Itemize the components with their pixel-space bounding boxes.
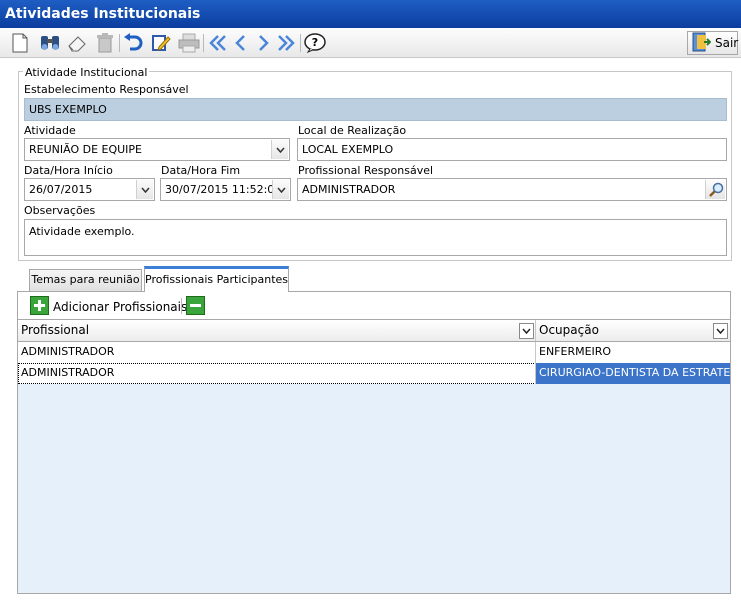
- exit-door-icon: [691, 32, 712, 55]
- estabelecimento-label: Estabelecimento Responsável: [24, 83, 189, 96]
- trash-icon[interactable]: [94, 32, 116, 54]
- help-icon[interactable]: ?: [304, 32, 326, 54]
- tab-profissionais[interactable]: Profissionais Participantes: [144, 266, 289, 292]
- atividade-value: REUNIÃO DE EQUIPE: [29, 143, 143, 156]
- tab-strip: Temas para reunião Profissionais Partici…: [17, 266, 731, 292]
- minus-icon: [186, 296, 205, 318]
- first-icon[interactable]: [207, 32, 229, 54]
- next-icon[interactable]: [252, 32, 274, 54]
- magnifier-icon[interactable]: [705, 180, 725, 199]
- edit-icon[interactable]: [150, 32, 172, 54]
- local-label: Local de Realização: [298, 124, 407, 137]
- atividade-label: Atividade: [24, 124, 76, 137]
- toolbar-separator: [203, 34, 204, 52]
- new-document-icon[interactable]: [9, 32, 31, 54]
- chevron-down-icon[interactable]: [713, 323, 728, 339]
- last-icon[interactable]: [275, 32, 297, 54]
- grid-header: Profissional Ocupação: [18, 320, 730, 342]
- activity-group: Atividade Institucional Estabelecimento …: [18, 66, 732, 261]
- participants-pane: Adicionar Profissionais Profissional Ocu…: [17, 291, 731, 594]
- main-toolbar: ? Sair: [0, 28, 741, 58]
- group-title: Atividade Institucional: [23, 66, 150, 79]
- exit-button[interactable]: Sair: [687, 31, 738, 55]
- toolbar-separator: [300, 34, 301, 52]
- chevron-down-icon[interactable]: [136, 180, 153, 199]
- add-label: Adicionar Profissionais: [53, 300, 188, 314]
- cell-profissional: ADMINISTRADOR: [18, 342, 536, 363]
- add-professionals-button[interactable]: Adicionar Profissionais: [30, 296, 187, 318]
- plus-icon: [30, 296, 49, 318]
- remove-professional-button[interactable]: [186, 296, 205, 318]
- local-field[interactable]: LOCAL EXEMPLO: [297, 138, 727, 161]
- table-row[interactable]: ADMINISTRADOR CIRURGIAO-DENTISTA DA ESTR…: [18, 363, 730, 384]
- undo-icon[interactable]: [122, 32, 144, 54]
- profissional-value: ADMINISTRADOR: [302, 183, 396, 196]
- print-icon[interactable]: [178, 32, 200, 54]
- toolbar-separator: [119, 34, 120, 52]
- participants-grid[interactable]: Profissional Ocupação ADMINISTRADOR ENFE…: [18, 319, 730, 593]
- atividade-select[interactable]: REUNIÃO DE EQUIPE: [24, 138, 290, 161]
- svg-text:?: ?: [312, 36, 318, 49]
- inicio-label: Data/Hora Início: [24, 164, 113, 177]
- participants-toolbar: Adicionar Profissionais: [18, 292, 730, 319]
- column-header-profissional[interactable]: Profissional: [18, 320, 536, 341]
- chevron-down-icon[interactable]: [519, 323, 534, 339]
- inicio-date-picker[interactable]: 26/07/2015: [24, 178, 155, 201]
- binoculars-icon[interactable]: [39, 32, 61, 54]
- cell-profissional: ADMINISTRADOR: [18, 363, 536, 384]
- chevron-down-icon[interactable]: [272, 180, 289, 199]
- profissional-field[interactable]: ADMINISTRADOR: [297, 178, 727, 201]
- tab-temas[interactable]: Temas para reunião: [29, 269, 142, 291]
- previous-icon[interactable]: [230, 32, 252, 54]
- toolbar-separator: [181, 298, 182, 314]
- observacoes-label: Observações: [24, 204, 96, 217]
- column-label: Profissional: [21, 323, 90, 337]
- estabelecimento-field[interactable]: UBS EXEMPLO: [24, 98, 727, 121]
- cell-ocupacao: ENFERMEIRO: [539, 345, 612, 358]
- fim-value: 30/07/2015 11:52:08: [165, 183, 282, 196]
- eraser-icon[interactable]: [66, 32, 88, 54]
- fim-date-picker[interactable]: 30/07/2015 11:52:08: [160, 178, 291, 201]
- exit-label: Sair: [715, 36, 739, 50]
- chevron-down-icon[interactable]: [271, 140, 288, 159]
- inicio-value: 26/07/2015: [29, 183, 93, 196]
- observacoes-textarea[interactable]: Atividade exemplo.: [24, 219, 727, 256]
- column-header-ocupacao[interactable]: Ocupação: [536, 320, 730, 341]
- profissional-label: Profissional Responsável: [298, 164, 434, 177]
- table-row[interactable]: ADMINISTRADOR ENFERMEIRO: [18, 342, 730, 363]
- fim-label: Data/Hora Fim: [161, 164, 241, 177]
- column-label: Ocupação: [539, 323, 599, 337]
- cell-ocupacao-selected: CIRURGIAO-DENTISTA DA ESTRATEGIA DE: [536, 363, 730, 384]
- window-title: Atividades Institucionais: [0, 0, 741, 28]
